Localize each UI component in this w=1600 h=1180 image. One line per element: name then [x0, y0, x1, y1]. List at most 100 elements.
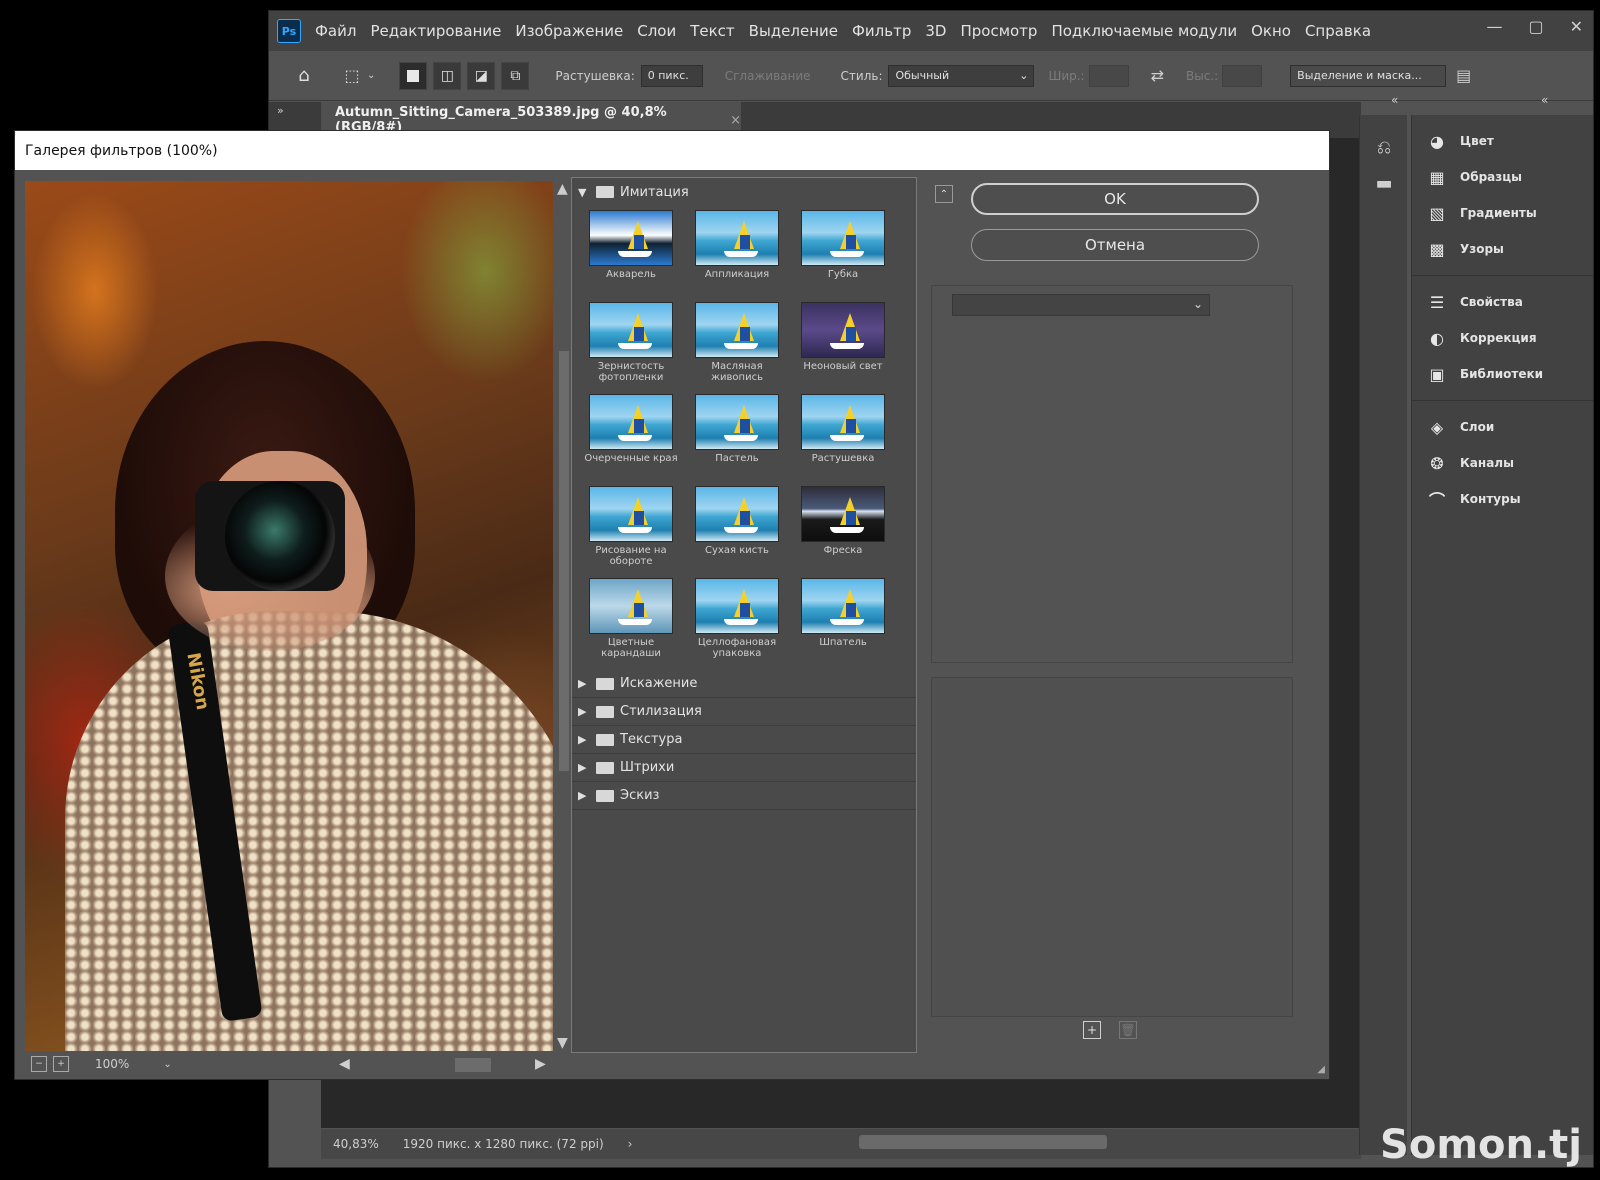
filter-thumbnail[interactable]: Фреска: [790, 486, 896, 572]
filter-thumbnail[interactable]: Масляная живопись: [684, 302, 790, 388]
category-row[interactable]: ▶ Текстура: [572, 726, 916, 754]
menu-select[interactable]: Выделение: [749, 22, 838, 40]
panel-layers[interactable]: ◈ Слои: [1412, 409, 1593, 445]
filter-layers-panel[interactable]: [931, 677, 1293, 1017]
filter-thumbnail[interactable]: Рисование на обороте: [578, 486, 684, 572]
status-zoom: 40,83%: [333, 1137, 379, 1151]
panel-color-label: Цвет: [1460, 134, 1494, 148]
boat-boat: [830, 435, 864, 441]
ok-button[interactable]: OK: [971, 183, 1259, 215]
horizontal-scrollbar[interactable]: [859, 1135, 1107, 1149]
close-icon[interactable]: ✕: [1570, 17, 1583, 36]
filter-thumbnail[interactable]: Неоновый свет: [790, 302, 896, 388]
boat-boat: [724, 435, 758, 441]
menu-type[interactable]: Текст: [690, 22, 734, 40]
menu-view[interactable]: Просмотр: [960, 22, 1037, 40]
collapsed-arrow-icon: ▶: [578, 705, 587, 718]
category-row[interactable]: ▶ Штрихи: [572, 754, 916, 782]
new-effect-layer-icon[interactable]: +: [1083, 1021, 1101, 1039]
swap-icon[interactable]: ⇄: [1151, 66, 1164, 85]
menu-file[interactable]: Файл: [315, 22, 356, 40]
collapse-gallery-icon[interactable]: ⌃: [935, 185, 953, 203]
add-selection-icon[interactable]: ◫: [433, 61, 462, 90]
filter-preview-image: [801, 578, 885, 634]
minimize-icon[interactable]: —: [1486, 17, 1502, 36]
zoom-in-icon[interactable]: +: [53, 1056, 69, 1072]
filter-thumbnail[interactable]: Губка: [790, 210, 896, 296]
antialias-checkbox[interactable]: Сглаживание: [725, 69, 811, 83]
marquee-tool-icon[interactable]: ⬚: [339, 63, 365, 89]
toolbar-expand-icon[interactable]: »: [277, 104, 284, 117]
collapse-panels-icon[interactable]: «: [1391, 93, 1398, 107]
filter-preview-image[interactable]: Nikon: [25, 181, 553, 1051]
workspace-icon[interactable]: ▤: [1456, 66, 1471, 85]
menu-image[interactable]: Изображение: [515, 22, 623, 40]
filter-thumbnail[interactable]: Аппликация: [684, 210, 790, 296]
menu-window[interactable]: Окно: [1251, 22, 1291, 40]
menu-filter[interactable]: Фильтр: [852, 22, 911, 40]
filter-thumbnail[interactable]: Цветные карандаши: [578, 578, 684, 664]
filter-thumbnail[interactable]: Акварель: [578, 210, 684, 296]
home-icon[interactable]: ⌂: [291, 63, 317, 89]
boat-sail2: [740, 419, 750, 433]
scroll-left-icon[interactable]: ◀: [339, 1056, 350, 1072]
preview-hscroll-thumb[interactable]: [455, 1058, 491, 1072]
panel-properties[interactable]: ☰ Свойства: [1412, 284, 1593, 320]
filter-thumbnail[interactable]: Пастель: [684, 394, 790, 480]
panel-gradients[interactable]: ▧ Градиенты: [1412, 195, 1593, 231]
panel-swatches[interactable]: ▦ Образцы: [1412, 159, 1593, 195]
width-input[interactable]: [1088, 64, 1129, 87]
collapse-dock-icon[interactable]: «: [1541, 93, 1548, 107]
select-and-mask-button[interactable]: Выделение и маска...: [1290, 64, 1447, 87]
panel-adjustments[interactable]: ◐ Коррекция: [1412, 320, 1593, 356]
history-icon[interactable]: ⎌: [1360, 129, 1408, 165]
filter-thumbnail[interactable]: Зернистость фотопленки: [578, 302, 684, 388]
scroll-down-icon[interactable]: ▼: [557, 1035, 568, 1051]
filter-select[interactable]: ⌄: [952, 294, 1210, 316]
filter-thumbnail[interactable]: Шпатель: [790, 578, 896, 664]
chevron-down-icon[interactable]: ⌄: [367, 70, 375, 81]
zoom-out-icon[interactable]: −: [31, 1056, 47, 1072]
panel-paths[interactable]: ⌒ Контуры: [1412, 481, 1593, 517]
preview-vscroll-thumb[interactable]: [559, 351, 569, 771]
scroll-right-icon[interactable]: ▶: [535, 1056, 546, 1072]
panel-patterns[interactable]: ▩ Узоры: [1412, 231, 1593, 267]
tab-close-icon[interactable]: ×: [730, 113, 741, 128]
style-select[interactable]: Обычный ⌄: [888, 64, 1035, 87]
folder-icon: [596, 733, 614, 746]
category-row[interactable]: ▶ Эскиз: [572, 782, 916, 810]
category-row[interactable]: ▶ Искажение: [572, 670, 916, 698]
menu-help[interactable]: Справка: [1305, 22, 1371, 40]
preview-camera-lens: [225, 481, 335, 591]
zoom-value[interactable]: 100%: [95, 1057, 129, 1071]
status-menu-arrow[interactable]: ›: [628, 1137, 633, 1151]
feather-input[interactable]: 0 пикс.: [640, 64, 703, 87]
filter-thumbnail[interactable]: Целлофановая упаковка: [684, 578, 790, 664]
cancel-button[interactable]: Отмена: [971, 229, 1259, 261]
category-row[interactable]: ▶ Стилизация: [572, 698, 916, 726]
boat-sail2: [634, 603, 644, 617]
filter-thumbnail[interactable]: Растушевка: [790, 394, 896, 480]
new-selection-icon[interactable]: [399, 61, 428, 90]
menu-3d[interactable]: 3D: [925, 22, 946, 40]
resize-grip-icon[interactable]: ◢: [1317, 1064, 1325, 1075]
subtract-selection-icon[interactable]: ◪: [467, 61, 496, 90]
chevron-down-icon[interactable]: ⌄: [163, 1059, 171, 1070]
comments-icon[interactable]: ▬: [1360, 165, 1408, 201]
height-input[interactable]: [1222, 64, 1263, 87]
intersect-selection-icon[interactable]: ⧉: [501, 61, 530, 90]
category-artistic[interactable]: ▼ Имитация: [572, 178, 916, 206]
menu-edit[interactable]: Редактирование: [370, 22, 501, 40]
delete-effect-layer-icon[interactable]: 🗑: [1119, 1021, 1137, 1039]
filter-label: Аппликация: [704, 269, 770, 280]
filter-thumbnail[interactable]: Сухая кисть: [684, 486, 790, 572]
panel-libraries[interactable]: ▣ Библиотеки: [1412, 356, 1593, 392]
scroll-up-icon[interactable]: ▲: [557, 181, 568, 197]
maximize-icon[interactable]: ▢: [1528, 17, 1543, 36]
filter-thumbnail[interactable]: Очерченные края: [578, 394, 684, 480]
panel-channels[interactable]: ❂ Каналы: [1412, 445, 1593, 481]
boat-boat: [618, 619, 652, 625]
panel-color[interactable]: ◕ Цвет: [1412, 123, 1593, 159]
menu-plugins[interactable]: Подключаемые модули: [1051, 22, 1237, 40]
menu-layers[interactable]: Слои: [637, 22, 676, 40]
